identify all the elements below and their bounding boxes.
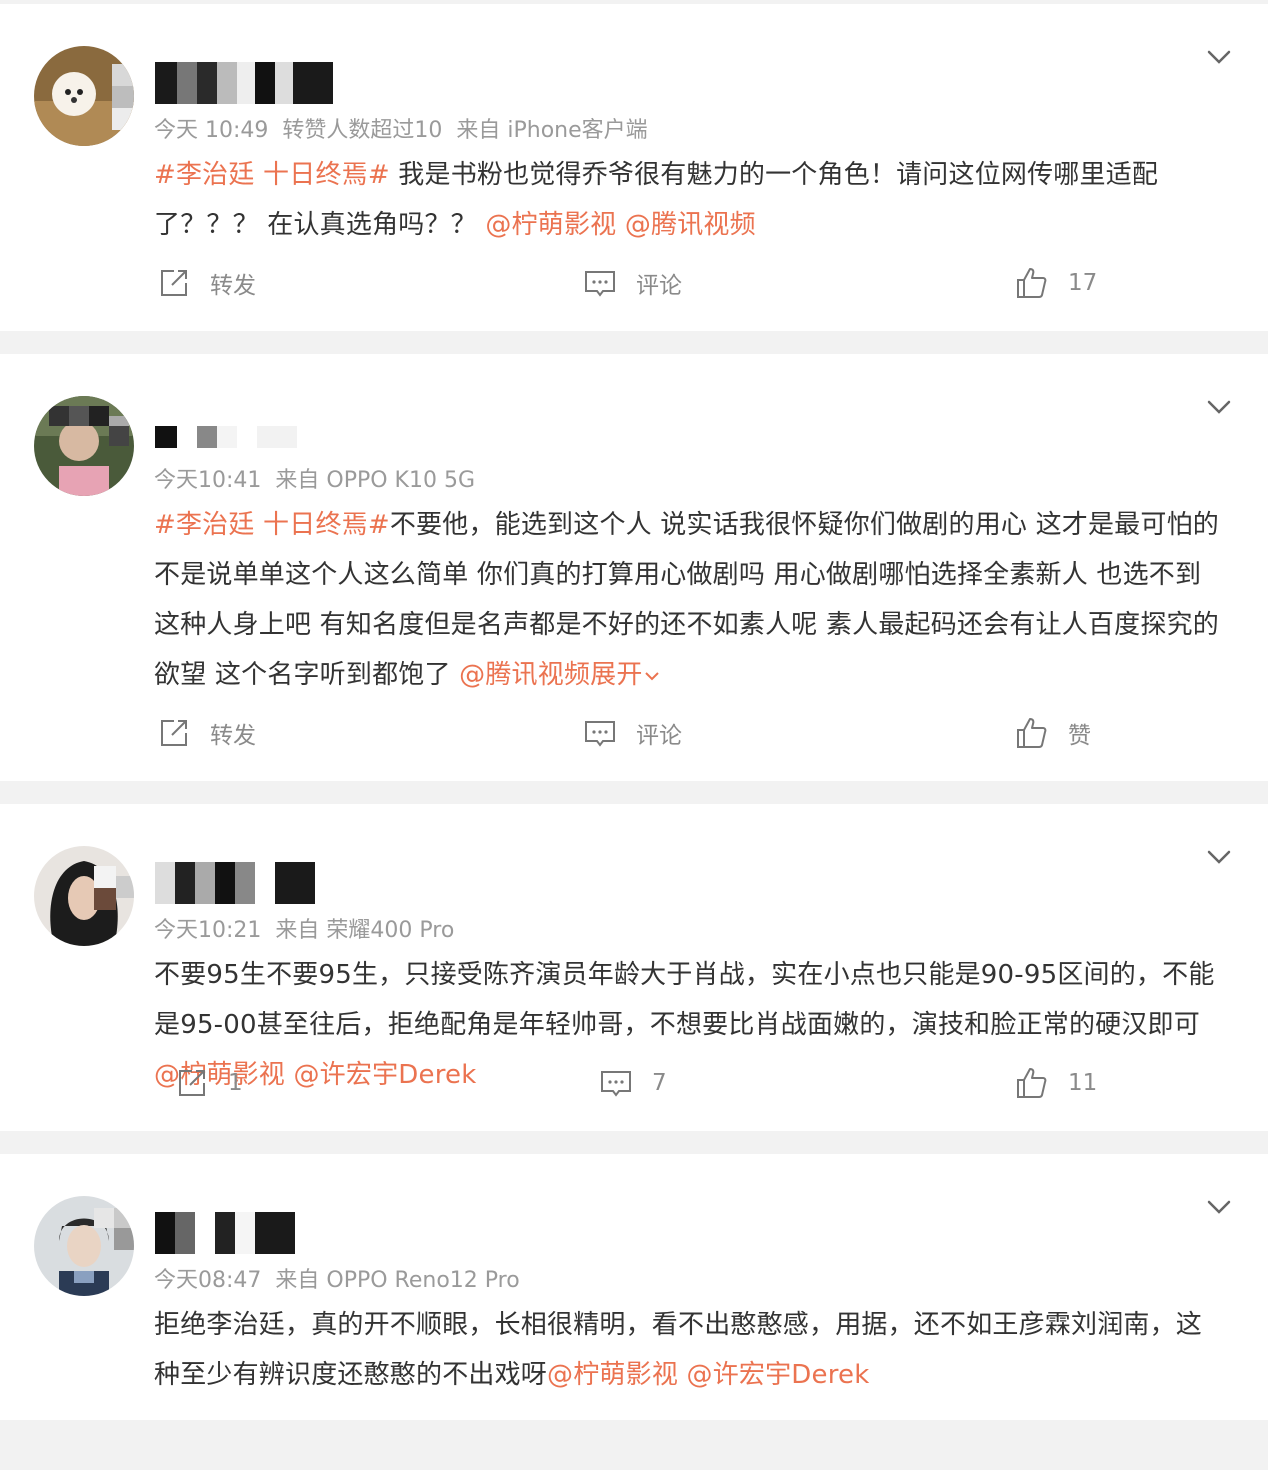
like-button[interactable]: 赞: [1014, 715, 1091, 751]
like-button[interactable]: 11: [1014, 1065, 1097, 1101]
share-icon: [161, 720, 187, 746]
like-label: 赞: [1068, 723, 1091, 749]
weibo-post: 今天10:21 来自 荣耀400 Pro 不要95生不要95生，只接受陈齐演员年龄…: [0, 804, 1268, 1131]
mention-link[interactable]: @柠萌影视: [547, 1360, 678, 1390]
repost-button[interactable]: 转发: [156, 715, 256, 751]
username-pixelated[interactable]: [155, 426, 297, 454]
mention-link[interactable]: @柠萌影视: [485, 210, 616, 240]
weibo-post: 今天08:47 来自 OPPO Reno12 Pro 拒绝李治廷，真的开不顺眼，长…: [0, 1154, 1268, 1420]
expand-link[interactable]: 展开: [590, 660, 660, 690]
post-source: 来自 OPPO K10 5G: [275, 468, 476, 493]
post-extra: 转赞人数超过10: [282, 118, 443, 143]
username-pixelated[interactable]: [155, 862, 315, 908]
post-meta: 今天08:47 来自 OPPO Reno12 Pro: [154, 1262, 534, 1294]
post-content: 拒绝李治廷，真的开不顺眼，长相很精明，看不出憨憨感，用据，还不如王彦霖刘润南，这…: [154, 1300, 1224, 1400]
post-actions: 转发 评论 17: [0, 265, 1268, 305]
thumbs-up-icon: [1017, 718, 1047, 748]
avatar[interactable]: [34, 846, 134, 946]
username-pixelated[interactable]: [155, 62, 333, 108]
hashtag-link[interactable]: #李治廷 十日终焉#: [154, 160, 390, 190]
expand-label: 展开: [590, 660, 643, 690]
hashtag-link[interactable]: #李治廷 十日终焉#: [154, 510, 390, 540]
post-text: [678, 1360, 686, 1390]
post-content: #李治廷 十日终焉# 我是书粉也觉得乔爷很有魅力的一个角色！请问这位网传哪里适配…: [154, 150, 1224, 250]
post-content: #李治廷 十日终焉#不要他，能选到这个人 说实话我很怀疑你们做剧的用心 这才是最…: [154, 500, 1224, 700]
post-time: 今天10:41: [154, 468, 262, 493]
mention-link[interactable]: @腾讯视频: [459, 660, 590, 690]
post-time: 今天 10:49: [154, 118, 269, 143]
repost-label: 转发: [210, 723, 256, 749]
comment-label: 评论: [636, 273, 682, 299]
post-meta: 今天10:21 来自 荣耀400 Pro: [154, 912, 468, 944]
post-text: 不要95生不要95生，只接受陈齐演员年龄大于肖战，实在小点也只能是90-95区间…: [154, 960, 1215, 1040]
post-actions: 转发 评论 赞: [0, 715, 1268, 755]
post-time: 今天08:47: [154, 1268, 262, 1293]
comment-button[interactable]: 评论: [582, 265, 682, 301]
comment-button[interactable]: 7: [598, 1065, 667, 1101]
chevron-down-icon: [644, 671, 659, 680]
post-time: 今天10:21: [154, 918, 262, 943]
comment-button[interactable]: 评论: [582, 715, 682, 751]
share-icon: [161, 270, 187, 296]
avatar[interactable]: [34, 396, 134, 496]
comment-icon: [601, 1071, 631, 1097]
share-icon: [179, 1070, 205, 1096]
avatar[interactable]: [34, 1196, 134, 1296]
comment-label: 评论: [636, 723, 682, 749]
chevron-down-icon[interactable]: [1204, 1192, 1234, 1222]
mention-link[interactable]: @许宏宇Derek: [687, 1360, 870, 1390]
post-source: 来自 荣耀400 Pro: [275, 918, 455, 943]
avatar[interactable]: [34, 46, 134, 146]
comment-count: 7: [652, 1070, 667, 1096]
chevron-down-icon[interactable]: [1204, 842, 1234, 872]
weibo-post: 今天10:41 来自 OPPO K10 5G #李治廷 十日终焉#不要他，能选到这…: [0, 354, 1268, 781]
mention-link[interactable]: @腾讯视频: [625, 210, 756, 240]
post-meta: 今天10:41 来自 OPPO K10 5G: [154, 462, 489, 494]
repost-label: 转发: [210, 273, 256, 299]
like-count: 17: [1068, 270, 1098, 296]
post-meta: 今天 10:49 转赞人数超过10 来自 iPhone客户端: [154, 112, 662, 144]
post-actions: 1 7 11: [0, 1065, 1268, 1105]
repost-button[interactable]: 1: [174, 1065, 243, 1101]
thumbs-up-icon: [1017, 1068, 1047, 1098]
post-source: 来自 iPhone客户端: [456, 118, 648, 143]
weibo-post: 今天 10:49 转赞人数超过10 来自 iPhone客户端 #李治廷 十日终焉# …: [0, 4, 1268, 331]
thumbs-up-icon: [1017, 268, 1047, 298]
chevron-down-icon[interactable]: [1204, 42, 1234, 72]
like-count: 11: [1068, 1070, 1098, 1096]
repost-count: 1: [228, 1070, 243, 1096]
comment-icon: [585, 271, 615, 297]
post-source: 来自 OPPO Reno12 Pro: [275, 1268, 520, 1293]
comment-icon: [585, 721, 615, 747]
username-pixelated[interactable]: [155, 1212, 295, 1258]
like-button[interactable]: 17: [1014, 265, 1097, 301]
repost-button[interactable]: 转发: [156, 265, 256, 301]
post-text: [616, 210, 624, 240]
chevron-down-icon[interactable]: [1204, 392, 1234, 422]
